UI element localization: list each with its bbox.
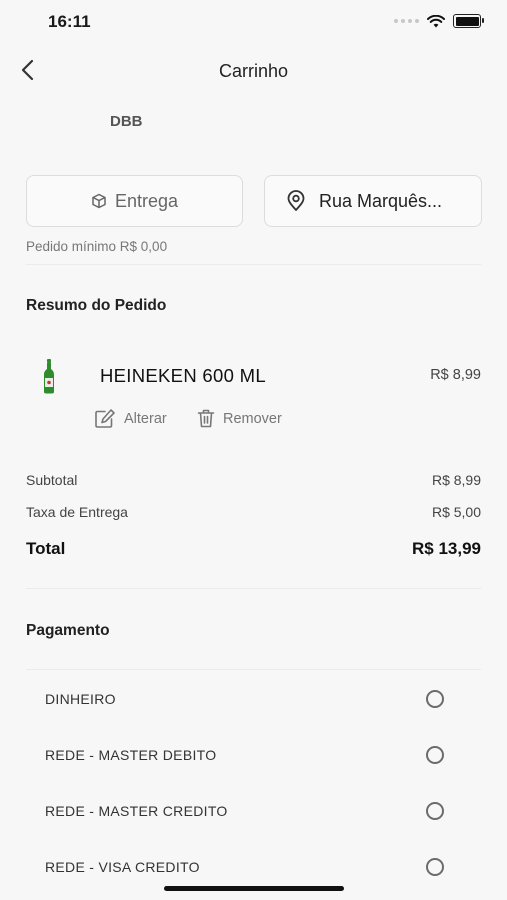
delivery-mode-label: Entrega: [114, 190, 179, 211]
remove-item-button[interactable]: Remover: [196, 408, 282, 429]
divider: [26, 669, 481, 670]
radio-button[interactable]: [426, 690, 444, 708]
signal-icon: [394, 19, 419, 23]
payment-option[interactable]: DINHEIRO: [26, 679, 481, 719]
status-icons: [394, 14, 484, 28]
total-value: R$ 13,99: [412, 539, 481, 558]
edit-label: Alterar: [124, 410, 167, 427]
payment-option[interactable]: REDE - MASTER DEBITO: [26, 735, 481, 775]
divider: [26, 588, 481, 589]
page-title: Carrinho: [218, 61, 289, 81]
payment-option-label: REDE - MASTER DEBITO: [45, 747, 217, 763]
edit-item-button[interactable]: Alterar: [94, 408, 167, 429]
product-name: HEINEKEN 600 ML: [100, 365, 266, 386]
map-pin-icon: [287, 190, 305, 211]
box-icon: [92, 193, 106, 209]
product-price: R$ 8,99: [430, 367, 481, 383]
subtotal-value: R$ 8,99: [431, 472, 481, 488]
radio-button[interactable]: [426, 746, 444, 764]
delivery-fee-value: R$ 5,00: [431, 504, 481, 520]
payment-option[interactable]: REDE - VISA CREDITO: [26, 847, 481, 887]
wifi-icon: [427, 14, 445, 27]
minimum-order-text: Pedido mínimo R$ 0,00: [26, 239, 168, 254]
status-time: 16:11: [48, 12, 91, 31]
payment-option-label: DINHEIRO: [45, 691, 116, 707]
payment-option[interactable]: REDE - MASTER CREDITO: [26, 791, 481, 831]
store-name: DBB: [110, 113, 143, 130]
address-label: Rua Marquês...: [319, 190, 443, 211]
home-indicator[interactable]: [164, 886, 344, 891]
delivery-mode-button[interactable]: Entrega: [26, 175, 243, 227]
edit-icon: [95, 409, 115, 428]
radio-button[interactable]: [426, 858, 444, 876]
battery-icon: [453, 14, 484, 28]
payment-option-label: REDE - MASTER CREDITO: [45, 803, 228, 819]
payment-option-label: REDE - VISA CREDITO: [45, 859, 200, 875]
address-button[interactable]: Rua Marquês...: [264, 175, 482, 227]
delivery-fee-label: Taxa de Entrega: [26, 504, 128, 520]
beer-bottle-icon: [44, 359, 54, 394]
divider: [26, 264, 481, 265]
trash-icon: [197, 409, 215, 428]
total-label: Total: [26, 539, 66, 558]
radio-button[interactable]: [426, 802, 444, 820]
order-summary-title: Resumo do Pedido: [26, 297, 167, 314]
remove-label: Remover: [223, 410, 282, 427]
subtotal-label: Subtotal: [26, 472, 78, 488]
payment-title: Pagamento: [26, 622, 110, 639]
